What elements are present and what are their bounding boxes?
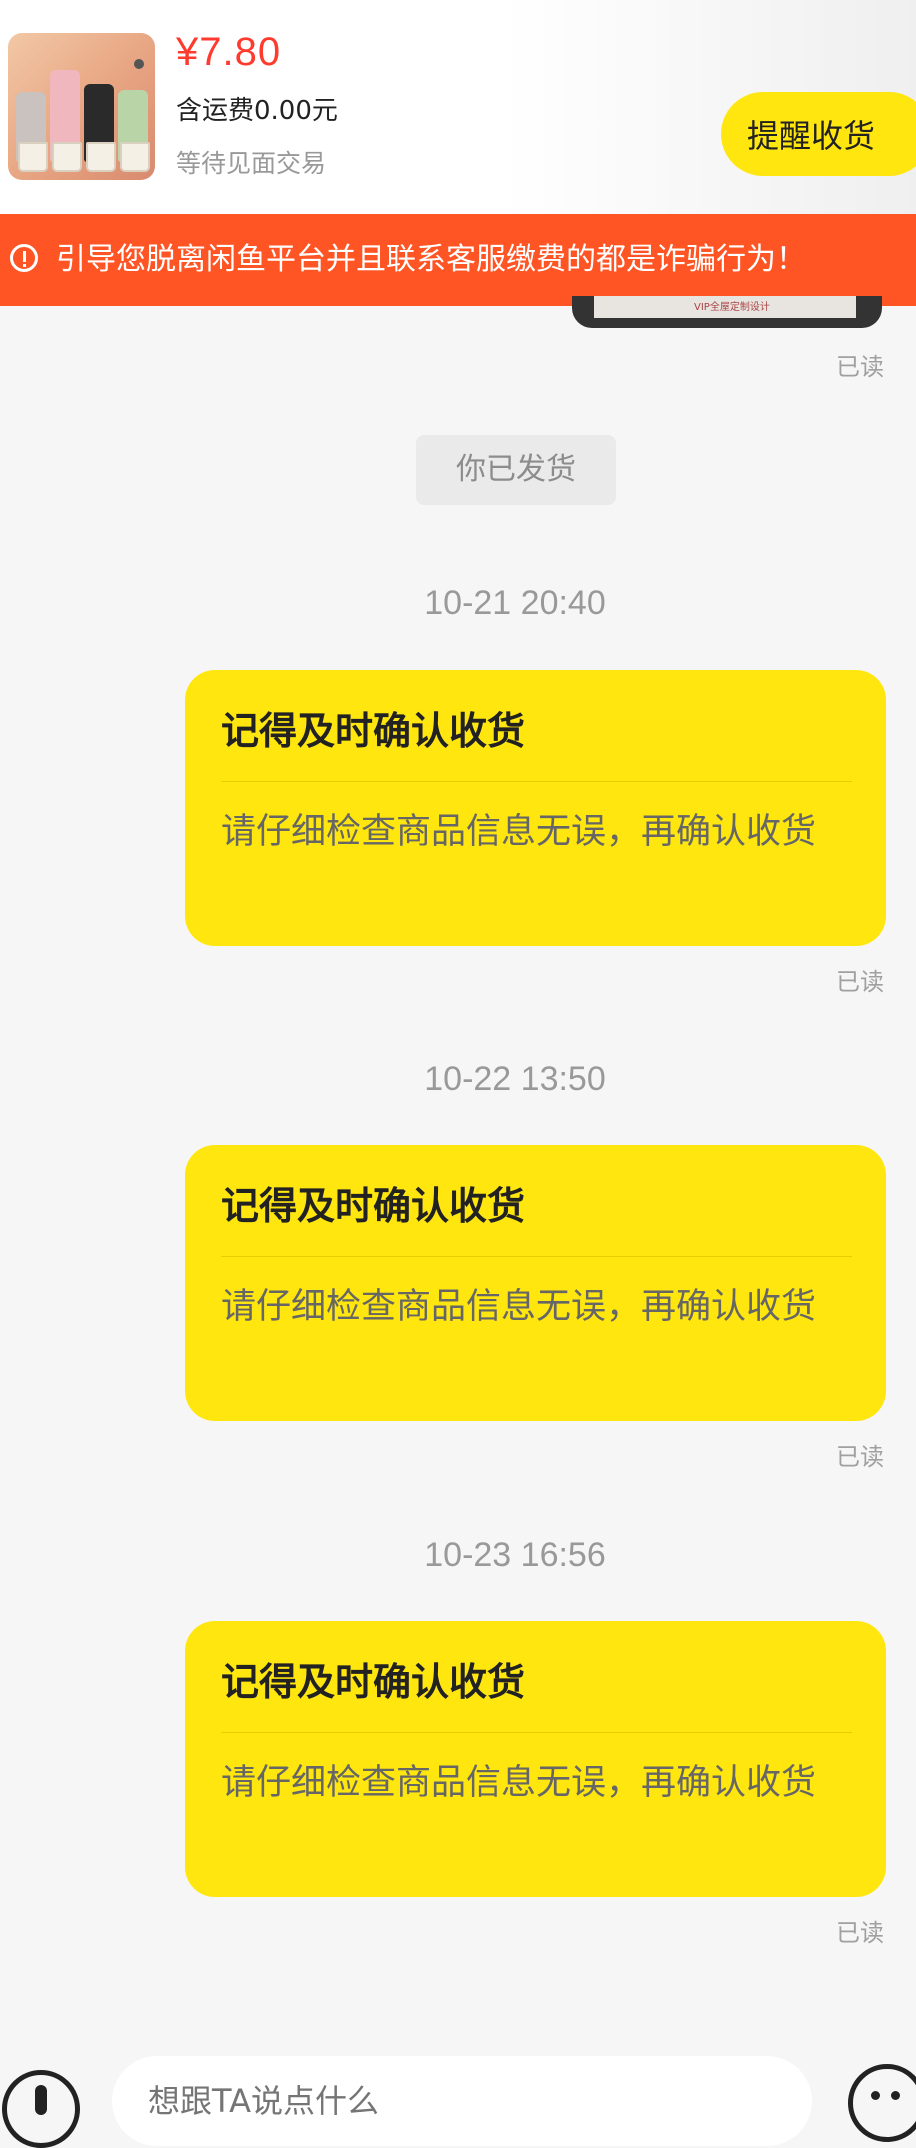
previous-image-content: VIP全屋定制设计 — [594, 296, 856, 318]
message-timestamp: 10-22 13:50 — [424, 1060, 606, 1098]
remind-receipt-button[interactable]: 提醒收货 — [721, 92, 916, 176]
confirm-receipt-card[interactable]: 记得及时确认收货 请仔细检查商品信息无误，再确认收货 — [185, 1145, 886, 1421]
read-receipt: 已读 — [836, 1919, 884, 1947]
order-summary-bar[interactable]: ¥7.80 含运费0.00元 等待见面交易 提醒收货 — [0, 0, 916, 214]
card-title: 记得及时确认收货 — [221, 709, 526, 753]
card-body: 请仔细检查商品信息无误，再确认收货 — [221, 812, 817, 852]
order-status: 等待见面交易 — [176, 149, 327, 178]
message-timestamp: 10-23 16:56 — [424, 1536, 606, 1574]
card-title: 记得及时确认收货 — [221, 1184, 526, 1228]
confirm-receipt-card[interactable]: 记得及时确认收货 请仔细检查商品信息无误，再确认收货 — [185, 1621, 886, 1897]
read-receipt: 已读 — [836, 353, 884, 381]
confirm-receipt-card[interactable]: 记得及时确认收货 请仔细检查商品信息无误，再确认收货 — [185, 670, 886, 946]
product-image-cup — [18, 142, 48, 172]
search-icon — [134, 59, 144, 69]
card-title: 记得及时确认收货 — [221, 1660, 526, 1704]
read-receipt: 已读 — [836, 968, 884, 996]
previous-image-message[interactable]: VIP全屋定制设计 — [572, 296, 882, 328]
system-message-shipped: 你已发货 — [416, 435, 616, 505]
card-divider — [221, 1732, 852, 1733]
card-divider — [221, 1256, 852, 1257]
voice-input-icon[interactable] — [2, 2070, 80, 2148]
card-body: 请仔细检查商品信息无误，再确认收货 — [221, 1763, 817, 1803]
read-receipt: 已读 — [836, 1443, 884, 1471]
fraud-warning-text: 引导您脱离闲鱼平台并且联系客服缴费的都是诈骗行为！ — [56, 242, 806, 277]
shipping-fee: 含运费0.00元 — [176, 96, 338, 126]
previous-image-caption: VIP全屋定制设计 — [694, 302, 770, 313]
product-image-cup — [86, 142, 116, 172]
fraud-warning-banner: 引导您脱离闲鱼平台并且联系客服缴费的都是诈骗行为！ — [0, 214, 916, 306]
product-image-cup — [52, 142, 82, 172]
alert-icon — [10, 244, 38, 272]
product-image-cup — [120, 142, 150, 172]
order-price: ¥7.80 — [176, 30, 282, 74]
product-thumbnail[interactable] — [8, 33, 155, 180]
emoji-icon[interactable] — [848, 2064, 916, 2142]
message-input[interactable] — [112, 2056, 812, 2146]
message-timestamp: 10-21 20:40 — [424, 584, 606, 622]
card-body: 请仔细检查商品信息无误，再确认收货 — [221, 1287, 817, 1327]
card-divider — [221, 781, 852, 782]
